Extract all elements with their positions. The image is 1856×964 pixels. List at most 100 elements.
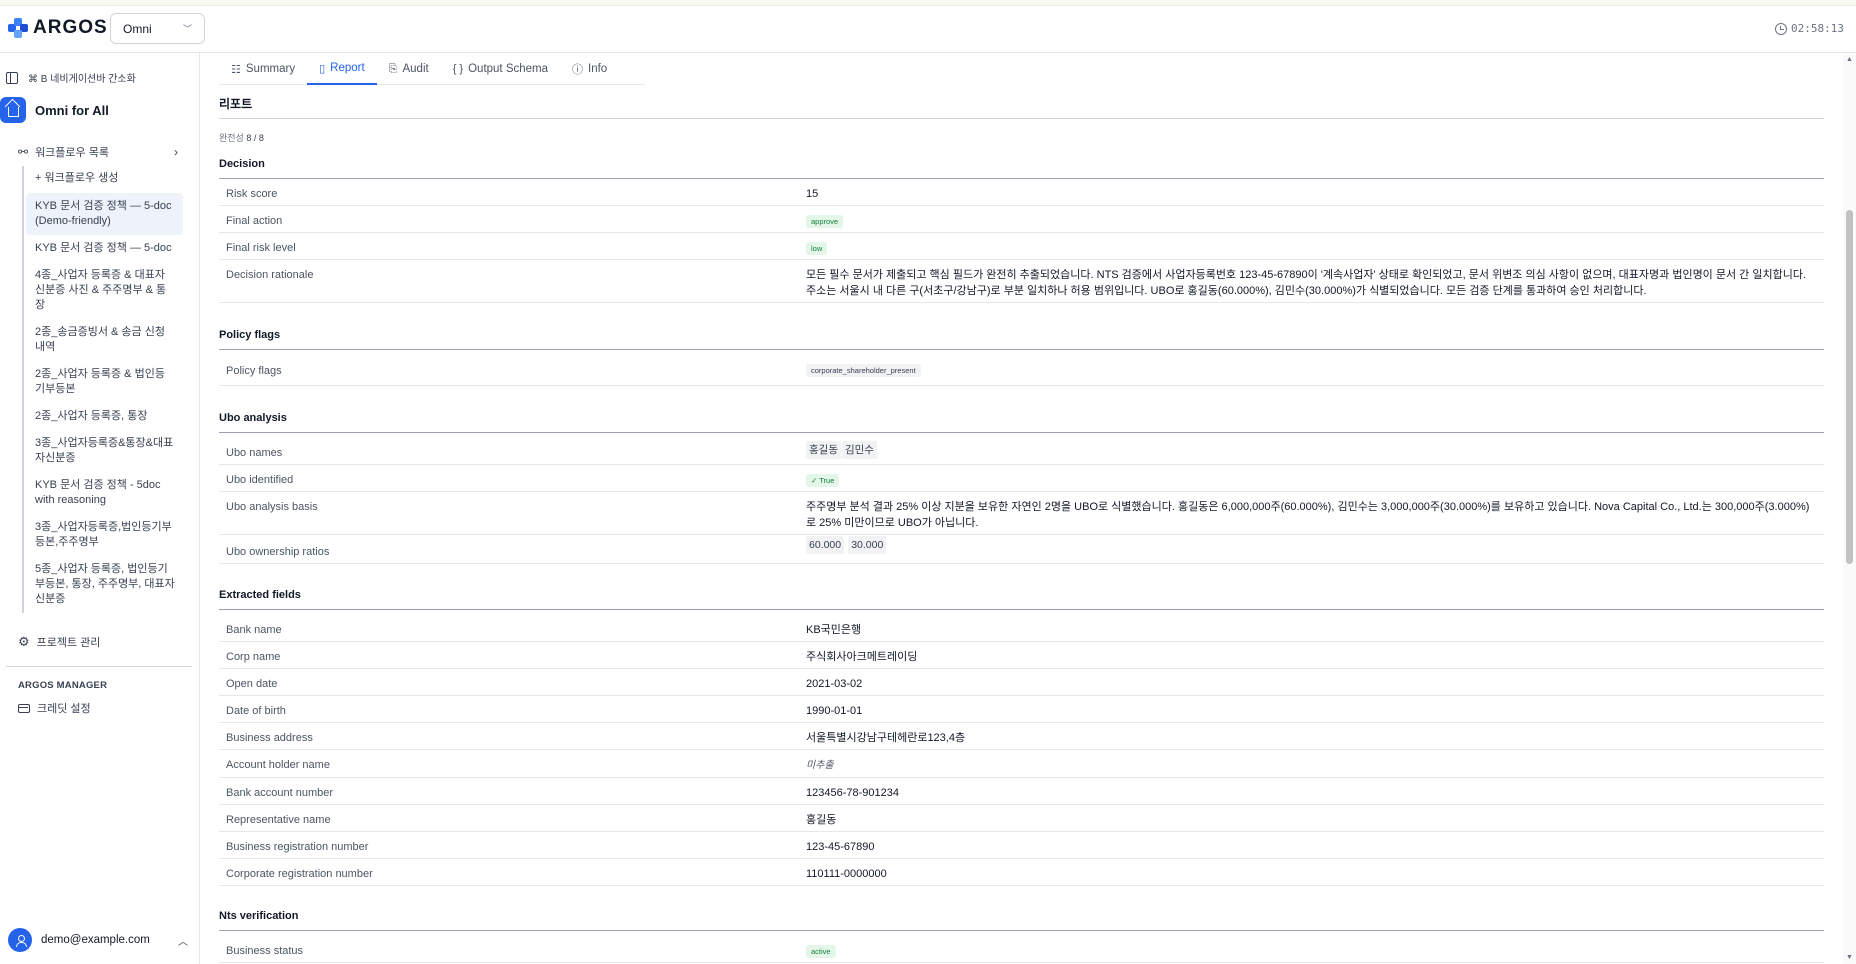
workflow-item[interactable]: 3종_사업자등록증,법인등기부등본,주주명부: [24, 514, 183, 556]
table-row: Corp name 주식회사아크메트레이딩: [219, 641, 1824, 669]
workflow-item[interactable]: 2종_사업자 등록증 & 법인등기부등본: [24, 361, 183, 403]
home-icon: [0, 97, 26, 123]
tab-output-schema[interactable]: { } Output Schema: [441, 53, 560, 85]
tab-info-label: Info: [588, 63, 608, 75]
project-name: Omni for All: [35, 102, 109, 118]
ubo-identified-badge: ✓ True: [806, 473, 840, 487]
braces-icon: { }: [452, 63, 464, 75]
tab-info[interactable]: ⓘ Info: [560, 53, 619, 85]
report-title: 리포트: [219, 95, 1824, 119]
scroll-down-arrow-icon[interactable]: ▼: [1846, 954, 1853, 961]
clock-time: 02:58:13: [1791, 22, 1844, 35]
clock-icon: [1775, 22, 1788, 35]
field-label: Representative name: [219, 804, 803, 832]
extracted-fields-table: Bank name KB국민은행 Corp name 주식회사아크메트레이딩 O…: [219, 610, 1824, 886]
ubo-identified-cell: ✓ True: [803, 464, 1824, 492]
workflow-item[interactable]: 2종_송금증빙서 & 송금 신청 내역: [24, 319, 183, 361]
tab-summary[interactable]: ☷ Summary: [219, 53, 307, 85]
sidebar-collapse-toggle[interactable]: ⌘ B 네비게이션바 간소화: [6, 70, 136, 85]
tab-audit[interactable]: ⎘ Audit: [377, 53, 441, 85]
decision-rationale: 모든 필수 문서가 제출되고 핵심 필드가 완전히 추출되었습니다. NTS 검…: [803, 259, 1824, 303]
policy-flags-cell: corporate_shareholder_present: [803, 350, 1824, 386]
table-row: Business registration number 123-45-6789…: [219, 831, 1824, 859]
manager-section-title: ARGOS MANAGER: [18, 680, 108, 691]
field-value: 110111-0000000: [803, 858, 1824, 886]
ubo-name-chip: 홍길동: [806, 441, 841, 459]
field-label: Bank account number: [219, 777, 803, 805]
chevron-down-icon: ﹀: [182, 24, 192, 34]
field-label: Corporate registration number: [219, 858, 803, 886]
table-row: Account holder name 미추출: [219, 749, 1824, 778]
field-label: Bank name: [219, 610, 803, 642]
field-label: Open date: [219, 668, 803, 696]
user-menu[interactable]: demo@example.com ︿: [8, 928, 188, 952]
chevron-up-icon: ︿: [178, 936, 188, 948]
argos-logo-icon: [8, 18, 28, 38]
policy-flag-tag: corporate_shareholder_present: [806, 363, 921, 377]
field-label: Final risk level: [219, 232, 803, 260]
table-row: Business status active: [219, 931, 1824, 963]
project-management-label: 프로젝트 관리: [36, 637, 101, 649]
field-label: Business address: [219, 722, 803, 750]
audit-icon: ⎘: [388, 62, 398, 75]
final-action-cell: approve: [803, 205, 1824, 233]
workflow-item[interactable]: 2종_사업자 등록증, 통장: [24, 403, 183, 430]
policy-flags-table: Policy flags corporate_shareholder_prese…: [219, 350, 1824, 386]
field-value: 2021-03-02: [803, 668, 1824, 696]
info-icon: ⓘ: [572, 64, 584, 76]
vertical-scrollbar[interactable]: ▲ ▼: [1843, 53, 1856, 964]
project-management-link[interactable]: ⚙ 프로젝트 관리: [18, 634, 100, 650]
field-value: 서울특별시강남구테헤란로123,4층: [803, 722, 1824, 750]
section-title-policy-flags: Policy flags: [219, 329, 1824, 350]
report-tabs: ☷ Summary ▯ Report ⎘ Audit { } Output Sc…: [219, 53, 645, 85]
field-label: Ubo ownership ratios: [219, 534, 803, 564]
table-row: Open date 2021-03-02: [219, 668, 1824, 696]
field-label: Policy flags: [219, 350, 803, 386]
field-value-missing: 미추출: [806, 760, 834, 771]
sidebar: ⌘ B 네비게이션바 간소화 Omni for All ⚯ 워크플로우 목록 ›…: [0, 53, 200, 964]
list-check-icon: ☷: [231, 63, 241, 76]
field-label: Account holder name: [219, 749, 803, 778]
scroll-up-arrow-icon[interactable]: ▲: [1846, 56, 1853, 63]
table-row: Corporate registration number 110111-000…: [219, 858, 1824, 886]
tab-output-schema-label: Output Schema: [468, 63, 549, 75]
document-icon: ▯: [319, 62, 326, 75]
field-label: Ubo identified: [219, 464, 803, 492]
workflow-item[interactable]: 3종_사업자등록증&통장&대표자신분증: [24, 430, 183, 472]
gear-icon: ⚙: [18, 634, 30, 649]
table-row: Ubo names 홍길동 김민수: [219, 433, 1824, 465]
workflow-item[interactable]: 5종_사업자 등록증, 법인등기부등본, 통장, 주주명부, 대표자 신분증: [24, 556, 183, 613]
field-label: Ubo names: [219, 433, 803, 465]
tab-report[interactable]: ▯ Report: [307, 53, 377, 85]
workflow-list-toggle[interactable]: ⚯ 워크플로우 목록 ›: [18, 144, 178, 160]
table-row: Policy flags corporate_shareholder_prese…: [219, 350, 1824, 386]
workspace-select[interactable]: Omni ﹀: [110, 13, 205, 44]
sidebar-divider: [6, 666, 192, 667]
top-bar: ARGOS Omni ﹀ 02:58:13: [0, 6, 1856, 53]
workflow-item[interactable]: 4종_사업자 등록증 & 대표자 신분증 사진 & 주주명부 & 통장: [24, 262, 183, 319]
create-workflow-button[interactable]: + 워크플로우 생성: [24, 166, 183, 193]
completeness-value: 8 / 8: [246, 133, 264, 143]
workflow-list-label: 워크플로우 목록: [35, 147, 109, 159]
session-clock: 02:58:13: [1775, 22, 1844, 35]
workflow-item[interactable]: KYB 문서 검증 정책 - 5doc with reasoning: [24, 472, 183, 514]
field-value: 1990-01-01: [803, 695, 1824, 723]
workflow-item[interactable]: KYB 문서 검증 정책 — 5-doc (Demo-friendly): [26, 193, 183, 235]
main-content: ☷ Summary ▯ Report ⎘ Audit { } Output Sc…: [201, 53, 1843, 964]
credit-settings-label: 크레딧 설정: [37, 703, 91, 715]
field-value: 주식회사아크메트레이딩: [803, 641, 1824, 669]
section-title-decision: Decision: [219, 158, 1824, 179]
workflow-icon: ⚯: [18, 145, 29, 159]
ubo-table: Ubo names 홍길동 김민수 Ubo identified ✓ True U…: [219, 433, 1824, 564]
section-title-extracted-fields: Extracted fields: [219, 589, 1824, 610]
workflow-item[interactable]: KYB 문서 검증 정책 — 5-doc: [24, 235, 183, 262]
nts-table: Business status active: [219, 931, 1824, 963]
credit-settings-link[interactable]: 크레딧 설정: [18, 700, 91, 716]
project-header[interactable]: Omni for All: [0, 97, 109, 123]
report-panel: 리포트 완전성 8 / 8 Decision Risk score 15 Fin…: [219, 95, 1824, 963]
argos-logo[interactable]: ARGOS: [8, 17, 108, 39]
shortcut-hint: ⌘ B 네비게이션바 간소화: [28, 74, 136, 85]
field-label: Business registration number: [219, 831, 803, 859]
scrollbar-thumb[interactable]: [1846, 210, 1853, 564]
table-row: Ubo identified ✓ True: [219, 464, 1824, 492]
